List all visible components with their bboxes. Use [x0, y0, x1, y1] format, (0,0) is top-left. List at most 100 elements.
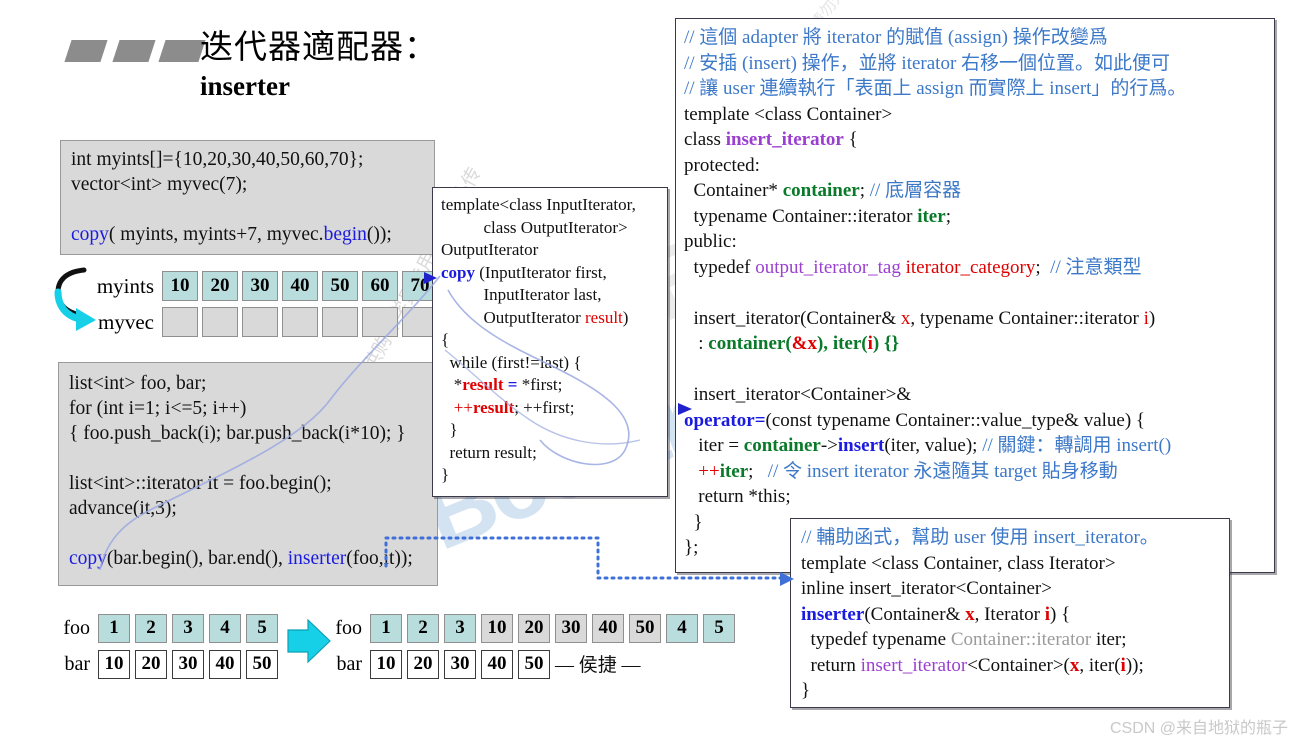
code-line: copy (InputIterator first, — [441, 262, 661, 285]
code-token: container — [782, 180, 860, 201]
title-bar-1 — [64, 40, 108, 62]
code-box-inserter-helper: // 輔助函式，幫助 user 使用 insert_iterator。 templ… — [790, 518, 1230, 708]
code-token: template <class Container> — [684, 103, 893, 125]
code-token: operator= — [684, 409, 766, 431]
code-token: for (int i=1; i<=5; i++) — [69, 398, 247, 419]
code-line: { — [441, 329, 661, 352]
array-cell: 20 — [407, 649, 439, 679]
code-line: : container(&x), iter(i) {} — [684, 331, 1266, 357]
array-cell — [362, 307, 398, 337]
code-token: inline insert_iterator<Container> — [801, 578, 1052, 599]
array-label-myints: myints — [96, 273, 154, 298]
array-cell: 5 — [246, 613, 278, 643]
array-row-foo-before: foo 12345 — [50, 610, 283, 646]
array-cell: 1 — [98, 613, 130, 643]
code-line: inline insert_iterator<Container> — [801, 576, 1221, 602]
code-block-inserter-example: list<int> foo, bar; for (int i=1; i<=5; i… — [58, 362, 438, 586]
code-token: } — [801, 680, 811, 701]
array-cell: 40 — [282, 271, 318, 301]
array-row-foo-after: foo 1 2 3 10 20 30 40 50 4 5 — [322, 610, 740, 646]
array-cell: 10 — [370, 649, 402, 679]
code-line: class insert_iterator { — [684, 127, 1266, 153]
code-token: ) — [622, 307, 629, 327]
code-token: template<class InputIterator, — [441, 195, 636, 214]
code-line: typename Container::iterator iter; — [684, 204, 1266, 230]
code-line: // 讓 user 連續執行「表面上 assign 而實際上 insert」的行… — [684, 76, 1266, 102]
code-token: x — [1069, 654, 1080, 676]
code-token: ++ — [684, 460, 720, 482]
code-token: insert_iterator(Container& — [684, 307, 901, 329]
page-title-english: inserter — [200, 70, 290, 101]
array-cell — [162, 307, 198, 337]
array-cell: 20 — [135, 649, 167, 679]
code-line: list<int>::iterator it = foo.begin(); — [69, 471, 429, 496]
array-cells-bar-before: 10 20 30 40 50 — [98, 649, 283, 679]
code-token: result — [472, 397, 515, 417]
code-token: ) { — [1050, 603, 1071, 625]
code-token: ()); — [366, 224, 392, 245]
array-diagram-after: foo 1 2 3 10 20 30 40 50 4 5 bar 10 20 30 40 50 — [322, 610, 740, 682]
code-line: Container* container; // 底層容器 — [684, 178, 1266, 204]
array-cell: 40 — [481, 649, 513, 679]
code-token: )); — [1125, 654, 1144, 676]
code-line: typedef typename Container::iterator ite… — [801, 627, 1221, 653]
code-token: ++ — [441, 397, 473, 417]
code-line: iter = container->insert(iter, value); /… — [684, 433, 1266, 459]
code-token: vector<int> myvec(7); — [71, 174, 248, 195]
code-box-copy-algorithm: template<class InputIterator, class Outp… — [432, 187, 668, 497]
code-token: <Container>( — [967, 654, 1070, 676]
code-token: advance(it,3); — [69, 498, 177, 519]
code-token: iter — [917, 205, 946, 227]
array-cell: 40 — [209, 649, 241, 679]
code-line: while (first!=last) { — [441, 352, 661, 375]
code-token: &x — [791, 333, 817, 354]
code-token: ) — [1148, 307, 1156, 329]
code-line: return result; — [441, 442, 661, 465]
code-token: { — [441, 330, 450, 349]
code-token: (foo,it)); — [346, 548, 413, 569]
code-token: ), — [816, 333, 833, 354]
code-token: typename Container::iterator — [684, 205, 918, 227]
array-diagram-myints-myvec: myints 10 20 30 40 50 60 70 myvec — [96, 268, 442, 340]
array-cells-bar-after: 10 20 30 40 50 — [370, 649, 555, 679]
code-line: *result = *first; — [441, 374, 661, 397]
code-token: ( myints, myints+7, myvec. — [108, 224, 324, 245]
array-label-bar-after: bar — [336, 652, 362, 675]
array-cell — [242, 307, 278, 337]
code-token: *first; — [517, 375, 563, 394]
code-token: iterator_category — [905, 256, 1036, 278]
code-line: insert_iterator(Container& x, typename C… — [684, 306, 1266, 332]
code-line: template<class InputIterator, — [441, 194, 661, 217]
array-row-myvec: myvec — [96, 304, 442, 340]
array-cell: 3 — [444, 613, 476, 643]
array-cells-foo-after: 1 2 3 10 20 30 40 50 4 5 — [370, 613, 740, 643]
code-token: ; — [1035, 256, 1051, 278]
code-line: { foo.push_back(i); bar.push_back(i*10);… — [69, 421, 429, 446]
array-cell: 50 — [322, 271, 358, 301]
code-token: iter — [719, 460, 749, 482]
code-line: int myints[]={10,20,30,40,50,60,70}; — [71, 147, 426, 172]
csdn-watermark: CSDN @来自地狱的瓶子 — [1109, 720, 1288, 737]
code-token: class OutputIterator> — [441, 217, 628, 237]
code-token: (iter, value); — [884, 435, 983, 456]
code-token: copy — [441, 262, 475, 282]
array-cell — [202, 307, 238, 337]
code-token: copy — [71, 224, 109, 245]
code-text: template<class InputIterator, class Outp… — [441, 194, 661, 487]
code-line: return *this; — [684, 484, 1266, 510]
array-row-myints: myints 10 20 30 40 50 60 70 — [96, 268, 442, 304]
code-token: // 底層容器 — [869, 180, 962, 201]
code-line: for (int i=1; i<=5; i++) — [69, 396, 429, 421]
array-cell: 40 — [592, 613, 624, 643]
array-cell: 3 — [172, 613, 204, 643]
code-line: template <class Container, class Iterato… — [801, 551, 1221, 577]
code-token: return — [801, 654, 861, 676]
code-token: // 關鍵：轉調用 insert() — [982, 435, 1172, 456]
array-cell: 30 — [172, 649, 204, 679]
code-token: (InputIterator first, — [475, 262, 607, 282]
array-cell: 4 — [209, 613, 241, 643]
code-token: (bar.begin(), bar.end(), — [106, 548, 288, 569]
slide-canvas: Boolan 本讲义仅供购课学员专用，请勿外传 本讲义仅供购课学员专用，请勿外传… — [0, 0, 1300, 744]
